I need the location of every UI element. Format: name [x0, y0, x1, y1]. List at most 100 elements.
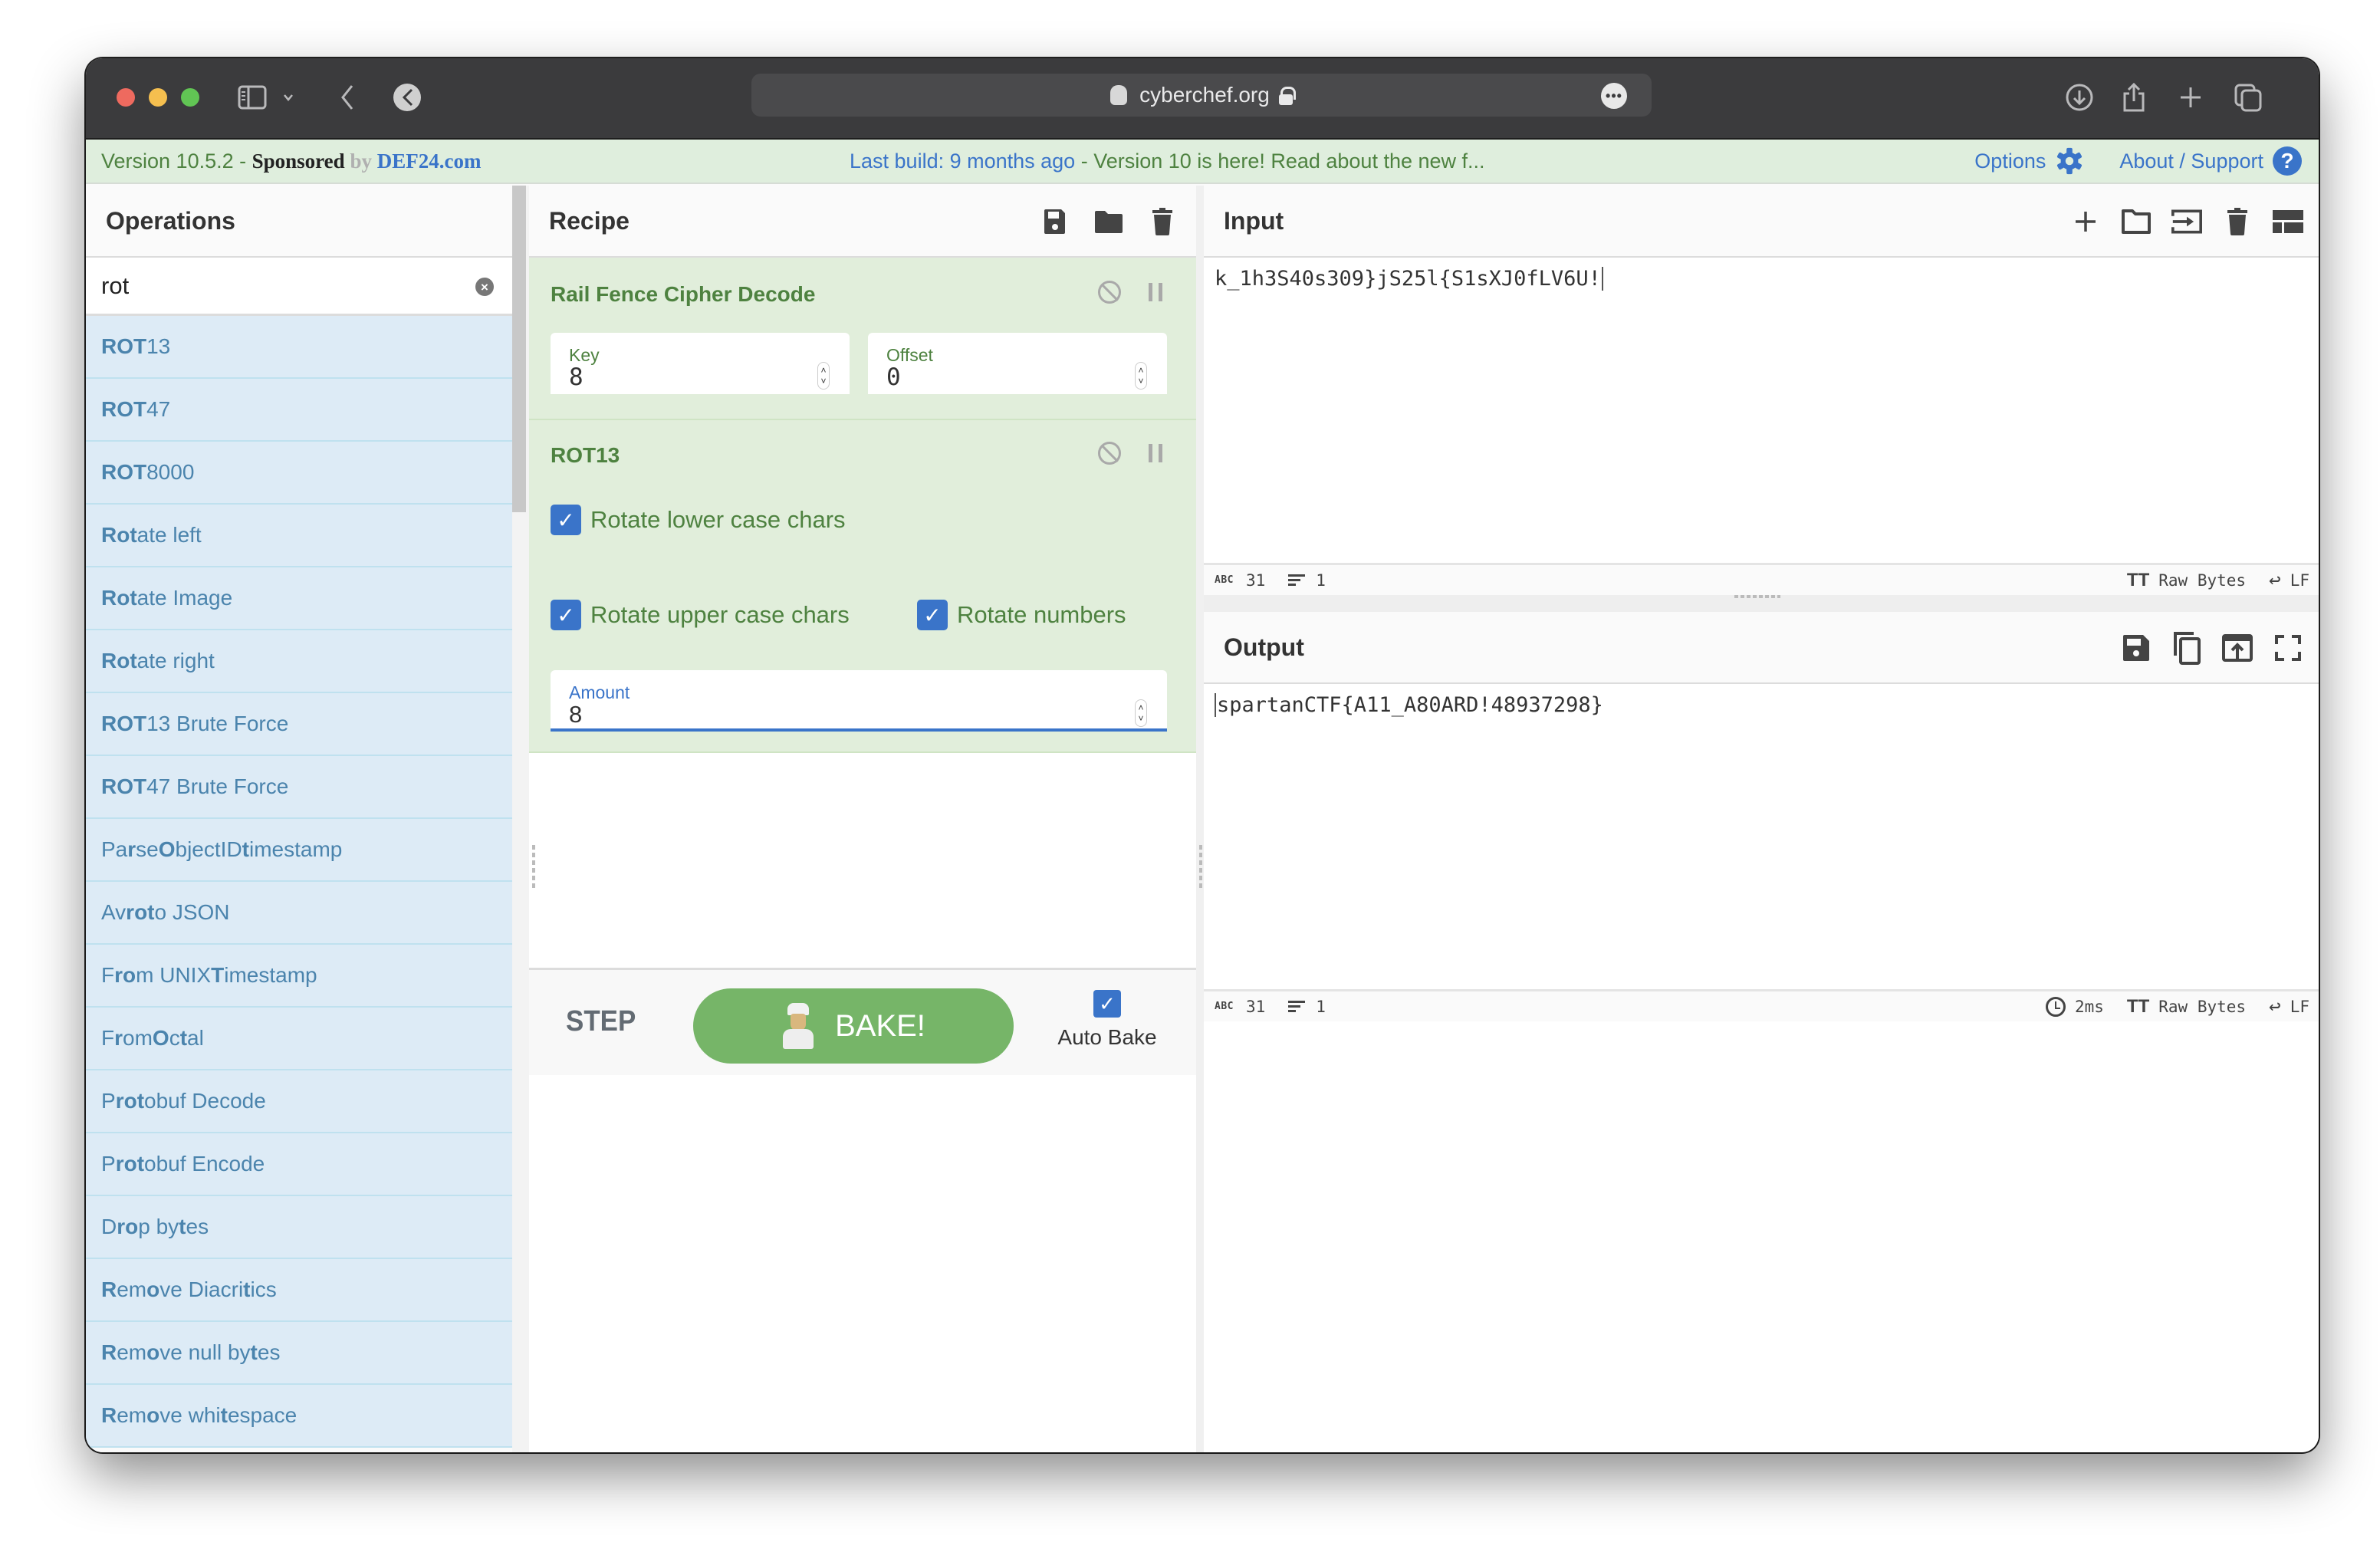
- output-textarea[interactable]: spartanCTF{A11_A80ARD!48937298}: [1204, 684, 2319, 989]
- operation-item[interactable]: Rot ate Image: [86, 567, 512, 630]
- encoding-icon[interactable]: TT: [2127, 570, 2149, 591]
- save-recipe-icon[interactable]: [1040, 206, 1070, 237]
- key-label: Key: [569, 345, 600, 365]
- auto-bake-checkbox[interactable]: ✓: [1093, 990, 1121, 1018]
- new-tab-icon[interactable]: [2178, 80, 2204, 115]
- minimize-window-button[interactable]: [149, 88, 167, 107]
- checkbox-checked-icon[interactable]: ✓: [917, 600, 948, 630]
- resize-grip[interactable]: [1199, 845, 1202, 891]
- recipe-toolbar: [1040, 186, 1178, 258]
- match-highlight: ro: [114, 963, 136, 987]
- offset-stepper[interactable]: ˄ ˅: [1135, 362, 1147, 390]
- input-textarea[interactable]: k_1h3S40s309}jS25l{S1sXJ0fLV6U!: [1204, 258, 2319, 563]
- auto-bake-toggle[interactable]: ✓ Auto Bake: [1054, 990, 1161, 1050]
- sidebar-toggle-icon[interactable]: [236, 80, 268, 115]
- disable-ingredient-icon[interactable]: [1098, 442, 1121, 465]
- operation-label-part: ve Diacri: [159, 1277, 244, 1301]
- chevron-down-icon[interactable]: [281, 80, 296, 115]
- operation-label-part: bjectID: [175, 837, 242, 861]
- operation-item[interactable]: Rot ate right: [86, 630, 512, 693]
- offset-field[interactable]: Offset 0 ˄ ˅: [868, 333, 1167, 394]
- key-stepper[interactable]: ˄ ˅: [817, 362, 830, 390]
- load-recipe-folder-icon[interactable]: [1093, 206, 1124, 237]
- operation-item[interactable]: Fro m UNIX Timestamp: [86, 945, 512, 1008]
- save-output-icon[interactable]: [2121, 633, 2152, 663]
- operation-item[interactable]: Prot obuf Encode: [86, 1133, 512, 1196]
- operation-item[interactable]: Av ro to JSON: [86, 882, 512, 945]
- io-resizer[interactable]: [1204, 595, 2319, 612]
- breakpoint-icon[interactable]: [1149, 444, 1162, 462]
- eol-icon[interactable]: ↩: [2269, 995, 2281, 1018]
- operations-scrollbar[interactable]: [512, 186, 529, 1452]
- zoom-window-button[interactable]: [181, 88, 199, 107]
- disable-ingredient-icon[interactable]: [1098, 281, 1121, 304]
- output-eol[interactable]: LF: [2290, 998, 2309, 1016]
- eol-icon[interactable]: ↩: [2269, 569, 2281, 592]
- operation-item[interactable]: Rem o ve Diacri t ics: [86, 1259, 512, 1322]
- output-title: Output: [1224, 633, 1304, 661]
- operation-item[interactable]: ROT 47: [86, 379, 512, 442]
- operation-item[interactable]: Rem o ve null by t es: [86, 1322, 512, 1385]
- key-field[interactable]: Key 8 ˄ ˅: [551, 333, 850, 394]
- amount-field[interactable]: Amount 8 ˄ ˅: [551, 670, 1167, 732]
- extension-icon[interactable]: [391, 80, 423, 115]
- operation-item[interactable]: ROT 13: [86, 316, 512, 379]
- match-highlight: o: [146, 1403, 160, 1427]
- amount-stepper[interactable]: ˄ ˅: [1135, 699, 1147, 727]
- rotate-upper-checkbox[interactable]: ✓ Rotate upper case chars: [551, 600, 850, 630]
- input-eol[interactable]: LF: [2290, 571, 2309, 590]
- sponsor-link[interactable]: DEF24.com: [377, 150, 482, 173]
- operation-item[interactable]: ROT 8000: [86, 442, 512, 505]
- breakpoint-icon[interactable]: [1149, 283, 1162, 301]
- operation-item[interactable]: ROT 47 Brute Force: [86, 756, 512, 819]
- line-count: 1: [1316, 997, 1326, 1016]
- maximise-output-icon[interactable]: [2273, 633, 2303, 663]
- download-icon[interactable]: [2064, 80, 2095, 115]
- help-icon[interactable]: ?: [2273, 146, 2302, 176]
- operation-item[interactable]: Prot obuf Decode: [86, 1070, 512, 1133]
- back-icon[interactable]: [336, 80, 359, 115]
- operation-label-part: se: [136, 837, 159, 861]
- clear-search-icon[interactable]: ×: [475, 278, 494, 296]
- more-icon[interactable]: •••: [1601, 83, 1627, 109]
- output-encoding[interactable]: Raw Bytes: [2158, 998, 2246, 1016]
- ingredient-controls: [1098, 442, 1162, 465]
- operation-item[interactable]: Rem o ve whi t espace: [86, 1385, 512, 1448]
- clear-input-trash-icon[interactable]: [2222, 206, 2253, 237]
- checkbox-checked-icon[interactable]: ✓: [551, 505, 581, 535]
- add-tab-plus-icon[interactable]: [2070, 206, 2101, 237]
- encoding-icon[interactable]: TT: [2127, 996, 2149, 1018]
- open-file-folder-icon[interactable]: [2121, 206, 2152, 237]
- copy-output-icon[interactable]: [2171, 632, 2202, 665]
- clear-recipe-trash-icon[interactable]: [1147, 206, 1178, 237]
- step-button[interactable]: STEP: [566, 1005, 636, 1038]
- operation-item[interactable]: ROT 13 Brute Force: [86, 693, 512, 756]
- reset-layout-icon[interactable]: [2273, 206, 2303, 237]
- match-highlight: t: [179, 1026, 188, 1050]
- share-icon[interactable]: [2121, 80, 2147, 115]
- open-folder-input-icon[interactable]: [2171, 206, 2202, 237]
- close-window-button[interactable]: [117, 88, 135, 107]
- operation-item[interactable]: Fr om Oc t al: [86, 1008, 512, 1070]
- ops-recipe-resize-grip[interactable]: [532, 845, 535, 891]
- input-value: k_1h3S40s309}jS25l{S1sXJ0fLV6U!: [1215, 267, 1601, 291]
- checkbox-checked-icon[interactable]: ✓: [551, 600, 581, 630]
- rotate-numbers-checkbox[interactable]: ✓ Rotate numbers: [917, 600, 1126, 630]
- about-support-link[interactable]: About / Support: [2119, 150, 2263, 173]
- output-toolbar: [2121, 612, 2303, 684]
- replace-input-icon[interactable]: [2222, 633, 2253, 663]
- operation-item[interactable]: Rot ate left: [86, 505, 512, 567]
- scrollbar-thumb[interactable]: [512, 186, 526, 512]
- news-link[interactable]: Version 10 is here! Read about the new f…: [1093, 150, 1484, 173]
- rotate-lower-checkbox[interactable]: ✓ Rotate lower case chars: [551, 505, 846, 535]
- options-link[interactable]: Options: [1974, 150, 2046, 173]
- gear-icon[interactable]: [2055, 146, 2084, 176]
- operation-item[interactable]: Dro p by t es: [86, 1196, 512, 1259]
- input-encoding[interactable]: Raw Bytes: [2158, 571, 2246, 590]
- tabs-overview-icon[interactable]: [2233, 80, 2263, 115]
- bake-button[interactable]: BAKE!: [693, 988, 1014, 1064]
- address-bar[interactable]: cyberchef.org: [751, 74, 1652, 117]
- operation-item[interactable]: Pa r se ObjectID t imestamp: [86, 819, 512, 882]
- operations-search-input[interactable]: rot ×: [86, 258, 512, 316]
- resize-grip[interactable]: [1734, 595, 1780, 598]
